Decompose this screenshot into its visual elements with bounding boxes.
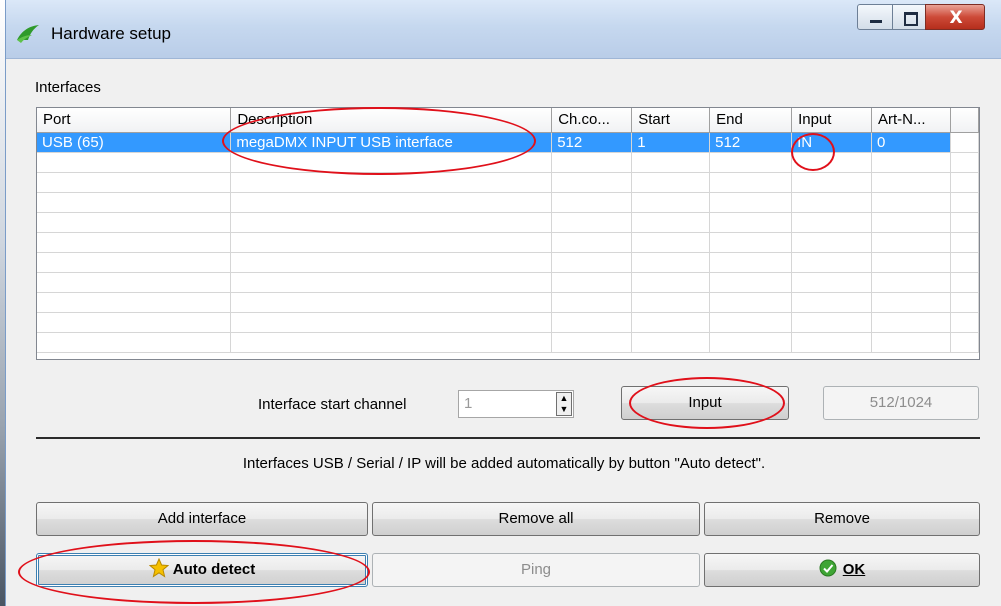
minimize-button[interactable] <box>857 4 893 30</box>
column-header-start[interactable]: Start <box>631 108 711 133</box>
check-circle-icon <box>819 559 837 577</box>
range-button[interactable]: 512/1024 <box>823 386 979 420</box>
close-button[interactable]: X <box>925 4 985 30</box>
ping-button[interactable]: Ping <box>372 553 700 587</box>
interfaces-group-label: Interfaces <box>35 79 101 96</box>
empty-row <box>37 192 979 213</box>
hardware-logo-icon <box>17 25 39 43</box>
start-channel-value[interactable]: 1 <box>464 395 472 412</box>
cell-description[interactable]: megaDMX INPUT USB interface <box>230 132 553 153</box>
start-channel-spinner[interactable]: 1 ▲ ▼ <box>458 390 574 418</box>
empty-row <box>37 332 979 353</box>
empty-row <box>37 272 979 293</box>
info-text: Interfaces USB / Serial / IP will be add… <box>242 455 766 472</box>
interfaces-table[interactable]: Port Description Ch.co... Start End Inpu… <box>36 107 980 360</box>
close-icon: X <box>949 8 963 28</box>
minimize-icon <box>870 20 882 23</box>
column-header-input[interactable]: Input <box>791 108 873 133</box>
maximize-icon <box>904 12 918 26</box>
start-channel-label: Interface start channel <box>258 396 407 413</box>
cell-end[interactable]: 512 <box>709 132 793 153</box>
column-header-port[interactable]: Port <box>37 108 232 133</box>
ok-label: OK <box>842 561 866 578</box>
title-bar[interactable]: Hardware setup X <box>6 0 1001 59</box>
star-icon <box>148 557 170 578</box>
column-header-filler <box>950 108 979 133</box>
remove-button[interactable]: Remove <box>704 502 980 536</box>
cell-port[interactable]: USB (65) <box>37 132 232 153</box>
auto-detect-button[interactable]: Auto detect <box>36 553 368 587</box>
empty-row <box>37 292 979 313</box>
empty-row <box>37 152 979 173</box>
window-title: Hardware setup <box>51 24 172 43</box>
column-header-art-net[interactable]: Art-N... <box>871 108 951 133</box>
cell-start[interactable]: 1 <box>631 132 711 153</box>
empty-row <box>37 252 979 273</box>
cell-art-net[interactable]: 0 <box>871 132 951 153</box>
cell-filler <box>950 132 979 153</box>
add-interface-button[interactable]: Add interface <box>36 502 368 536</box>
ok-button[interactable]: OK <box>704 553 980 587</box>
remove-all-button[interactable]: Remove all <box>372 502 700 536</box>
hardware-setup-window: Hardware setup X Interfaces Port Descrip… <box>5 0 1001 606</box>
input-button[interactable]: Input <box>621 386 789 420</box>
empty-row <box>37 312 979 333</box>
table-header: Port Description Ch.co... Start End Inpu… <box>37 108 979 133</box>
maximize-button[interactable] <box>892 4 926 30</box>
column-header-end[interactable]: End <box>709 108 793 133</box>
separator <box>36 437 980 439</box>
table-row[interactable]: USB (65) megaDMX INPUT USB interface 512… <box>37 132 979 153</box>
column-header-channel-count[interactable]: Ch.co... <box>551 108 633 133</box>
cell-input[interactable]: IN <box>791 132 873 153</box>
empty-row <box>37 172 979 193</box>
empty-row <box>37 232 979 253</box>
spin-arrows-icon[interactable]: ▲ ▼ <box>556 392 572 416</box>
cell-channel-count[interactable]: 512 <box>551 132 633 153</box>
auto-detect-label: Auto detect <box>172 561 256 578</box>
empty-row <box>37 212 979 233</box>
column-header-description[interactable]: Description <box>230 108 553 133</box>
